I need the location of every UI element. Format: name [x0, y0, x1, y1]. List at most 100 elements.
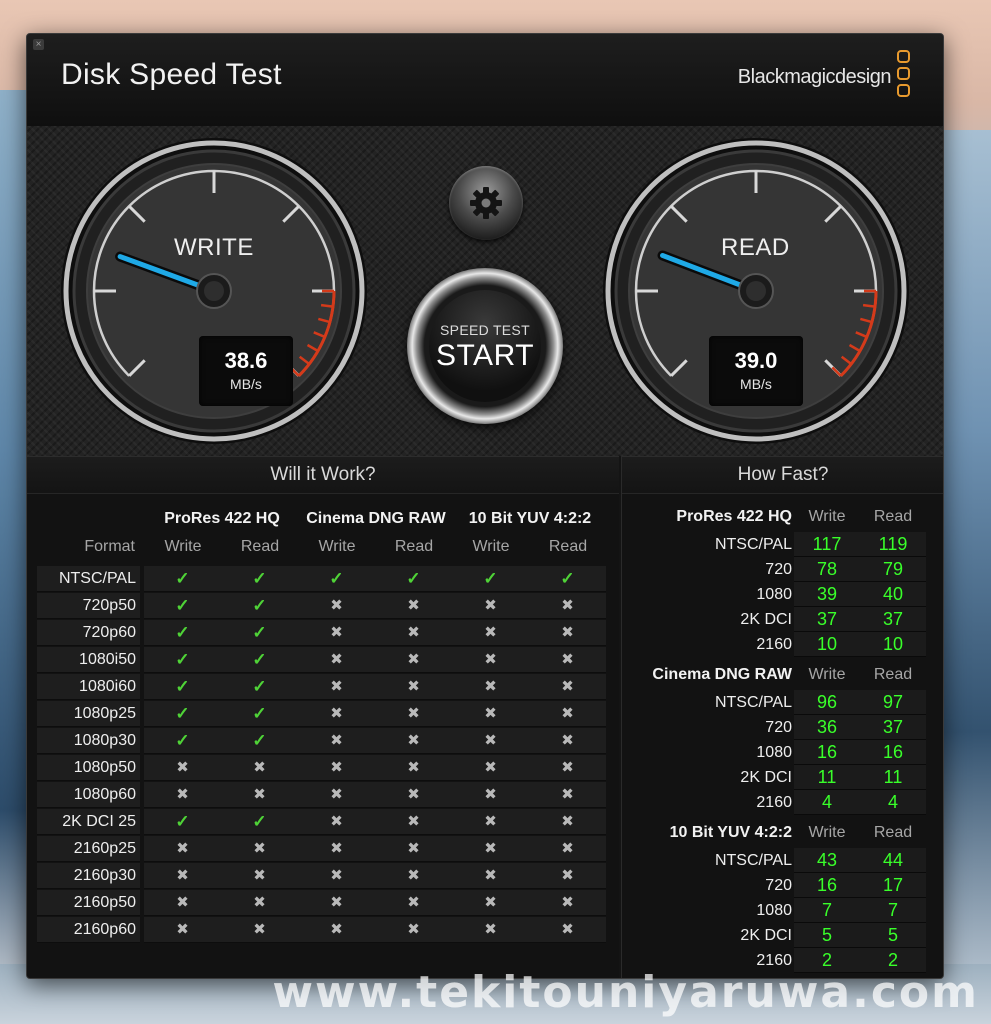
- speed-row: 2K DCI 11 11: [622, 765, 943, 790]
- format-label: 2K DCI 25: [37, 809, 140, 835]
- speed-value-read: 10: [860, 632, 926, 657]
- speed-value-read: 40: [860, 582, 926, 607]
- speed-column-header: Read: [873, 508, 913, 525]
- settings-button[interactable]: [449, 166, 523, 240]
- cross-icon: ✖: [298, 647, 375, 673]
- speed-value-write: 37: [794, 607, 860, 632]
- check-icon: ✓: [144, 593, 221, 619]
- speed-value-read: 16: [860, 740, 926, 765]
- speed-value-read: 37: [860, 607, 926, 632]
- table-row: 1080p60 ✖ ✖ ✖ ✖ ✖ ✖: [37, 782, 609, 808]
- format-label: 1080p60: [37, 782, 140, 808]
- speed-value-read: 11: [860, 765, 926, 790]
- read-gauge: READ 39.0 MB/s: [601, 136, 911, 451]
- check-icon: ✓: [529, 566, 606, 592]
- read-speed-value: 39.0: [734, 348, 778, 373]
- cross-icon: ✖: [529, 593, 606, 619]
- table-row: 2160p60 ✖ ✖ ✖ ✖ ✖ ✖: [37, 917, 609, 943]
- cross-icon: ✖: [375, 755, 452, 781]
- speed-format-label: NTSC/PAL: [714, 694, 792, 711]
- close-button[interactable]: ×: [33, 39, 44, 50]
- format-label: 720p60: [37, 620, 140, 646]
- cross-icon: ✖: [529, 728, 606, 754]
- app-title: Disk Speed Test: [61, 58, 282, 91]
- cross-icon: ✖: [375, 728, 452, 754]
- cross-icon: ✖: [375, 917, 452, 943]
- cross-icon: ✖: [529, 647, 606, 673]
- speed-format-label: 2K DCI: [740, 611, 792, 628]
- column-subheader-write: Write: [472, 538, 510, 555]
- start-button[interactable]: SPEED TEST START: [407, 268, 563, 424]
- table-row: 2160p30 ✖ ✖ ✖ ✖ ✖ ✖: [37, 863, 609, 889]
- speed-value-write: 7: [794, 898, 860, 923]
- check-icon: ✓: [221, 593, 298, 619]
- cross-icon: ✖: [529, 890, 606, 916]
- speed-value-read: 4: [860, 790, 926, 815]
- speed-value-read: 79: [860, 557, 926, 582]
- title-bar: × Disk Speed Test Blackmagicdesign: [27, 34, 943, 127]
- table-row: NTSC/PAL ✓ ✓ ✓ ✓ ✓ ✓: [37, 566, 609, 592]
- speed-format-label: 2K DCI: [740, 927, 792, 944]
- speed-value-write: 96: [794, 690, 860, 715]
- cross-icon: ✖: [298, 620, 375, 646]
- format-label: 2160p60: [37, 917, 140, 943]
- cross-icon: ✖: [221, 755, 298, 781]
- how-fast-section: How Fast? ProRes 422 HQ Write Read NTSC/PAL…: [621, 456, 943, 978]
- speed-row: 1080 39 40: [622, 582, 943, 607]
- cross-icon: ✖: [452, 890, 529, 916]
- speed-value-write: 4: [794, 790, 860, 815]
- speed-format-label: 2160: [756, 636, 792, 653]
- cross-icon: ✖: [144, 782, 221, 808]
- background-wave-right: [936, 130, 991, 990]
- speed-column-header: Write: [808, 824, 846, 841]
- check-icon: ✓: [144, 674, 221, 700]
- cross-icon: ✖: [452, 647, 529, 673]
- check-icon: ✓: [221, 620, 298, 646]
- cross-icon: ✖: [529, 755, 606, 781]
- format-column-header: Format: [84, 538, 135, 555]
- cross-icon: ✖: [452, 620, 529, 646]
- speed-format-label: 2K DCI: [740, 769, 792, 786]
- speed-value-write: 11: [794, 765, 860, 790]
- write-gauge-redzone-tick: [320, 303, 334, 308]
- brand-name: Blackmagicdesign: [737, 66, 892, 88]
- cross-icon: ✖: [452, 917, 529, 943]
- cross-icon: ✖: [452, 809, 529, 835]
- format-group-header: Cinema DNG RAW: [306, 510, 446, 527]
- cross-icon: ✖: [298, 728, 375, 754]
- cross-icon: ✖: [529, 620, 606, 646]
- table-row: 2160p25 ✖ ✖ ✖ ✖ ✖ ✖: [37, 836, 609, 862]
- cross-icon: ✖: [144, 890, 221, 916]
- speed-format-label: 720: [765, 877, 792, 894]
- cross-icon: ✖: [452, 755, 529, 781]
- write-gauge-label: WRITE: [174, 234, 254, 261]
- check-icon: ✓: [452, 566, 529, 592]
- speed-value-write: 36: [794, 715, 860, 740]
- format-label: 2160p30: [37, 863, 140, 889]
- write-gauge-needle-hub-inner: [204, 281, 224, 301]
- cross-icon: ✖: [375, 647, 452, 673]
- check-icon: ✓: [144, 620, 221, 646]
- cross-icon: ✖: [529, 836, 606, 862]
- speed-row: 720 16 17: [622, 873, 943, 898]
- cross-icon: ✖: [452, 782, 529, 808]
- speed-value-write: 117: [794, 532, 860, 557]
- check-icon: ✓: [221, 701, 298, 727]
- table-row: 1080p30 ✓ ✓ ✖ ✖ ✖ ✖: [37, 728, 609, 754]
- cross-icon: ✖: [452, 836, 529, 862]
- table-row: 720p60 ✓ ✓ ✖ ✖ ✖ ✖: [37, 620, 609, 646]
- gauge-panel: WRITE 38.6 MB/s SPEED TEST START READ 39…: [27, 126, 943, 456]
- check-icon: ✓: [144, 701, 221, 727]
- speed-column-header: Read: [873, 666, 913, 683]
- speed-value-write: 10: [794, 632, 860, 657]
- write-speed-value: 38.6: [224, 348, 268, 373]
- check-icon: ✓: [221, 674, 298, 700]
- cross-icon: ✖: [375, 836, 452, 862]
- speed-value-read: 5: [860, 923, 926, 948]
- format-label: 1080i60: [37, 674, 140, 700]
- will-it-work-section: Will it Work? Format ProRes 422 HQ Cinema…: [27, 456, 619, 978]
- write-gauge: WRITE 38.6 MB/s: [59, 136, 369, 451]
- speed-row: NTSC/PAL 96 97: [622, 690, 943, 715]
- speed-value-write: 43: [794, 848, 860, 873]
- cross-icon: ✖: [452, 863, 529, 889]
